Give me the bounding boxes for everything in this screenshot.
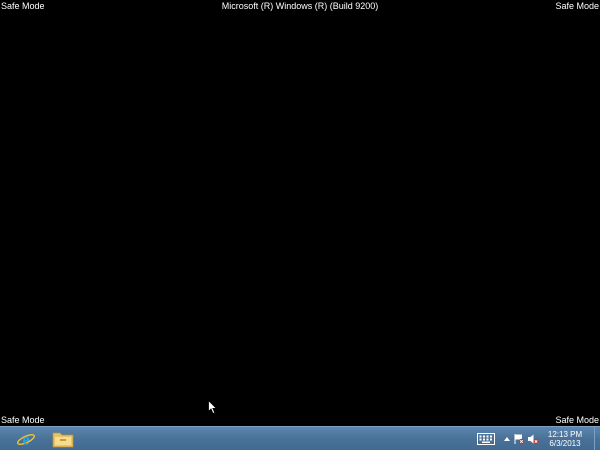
taskbar: e 12:13 PM 6/3/2013 [0, 426, 600, 450]
volume-button[interactable] [526, 427, 540, 450]
desktop[interactable]: Safe Mode Microsoft (R) Windows (R) (Bui… [0, 0, 600, 450]
show-desktop-button[interactable] [594, 427, 600, 450]
taskbar-internet-explorer-button[interactable]: e [9, 427, 43, 450]
show-hidden-icons-button[interactable] [502, 427, 512, 450]
mouse-cursor-icon [208, 400, 218, 414]
build-title: Microsoft (R) Windows (R) (Build 9200) [221, 1, 379, 11]
svg-text:e: e [22, 431, 29, 448]
chevron-up-icon [504, 436, 510, 441]
clock-date: 6/3/2013 [549, 438, 581, 448]
safe-mode-label-bottom-right: Safe Mode [555, 415, 599, 425]
volume-muted-icon [528, 434, 539, 444]
clock[interactable]: 12:13 PM 6/3/2013 [542, 427, 588, 450]
safe-mode-label-bottom-left: Safe Mode [1, 415, 45, 425]
clock-time: 12:13 PM [547, 429, 583, 439]
action-center-flag-icon [514, 433, 525, 444]
touch-keyboard-button[interactable] [474, 427, 498, 450]
safe-mode-label-top-right: Safe Mode [555, 1, 599, 11]
action-center-button[interactable] [512, 427, 526, 450]
keyboard-icon [477, 432, 495, 445]
internet-explorer-icon: e [17, 431, 35, 448]
taskbar-file-explorer-button[interactable] [46, 427, 80, 450]
system-tray: 12:13 PM 6/3/2013 [474, 427, 600, 450]
folder-icon [52, 432, 74, 447]
